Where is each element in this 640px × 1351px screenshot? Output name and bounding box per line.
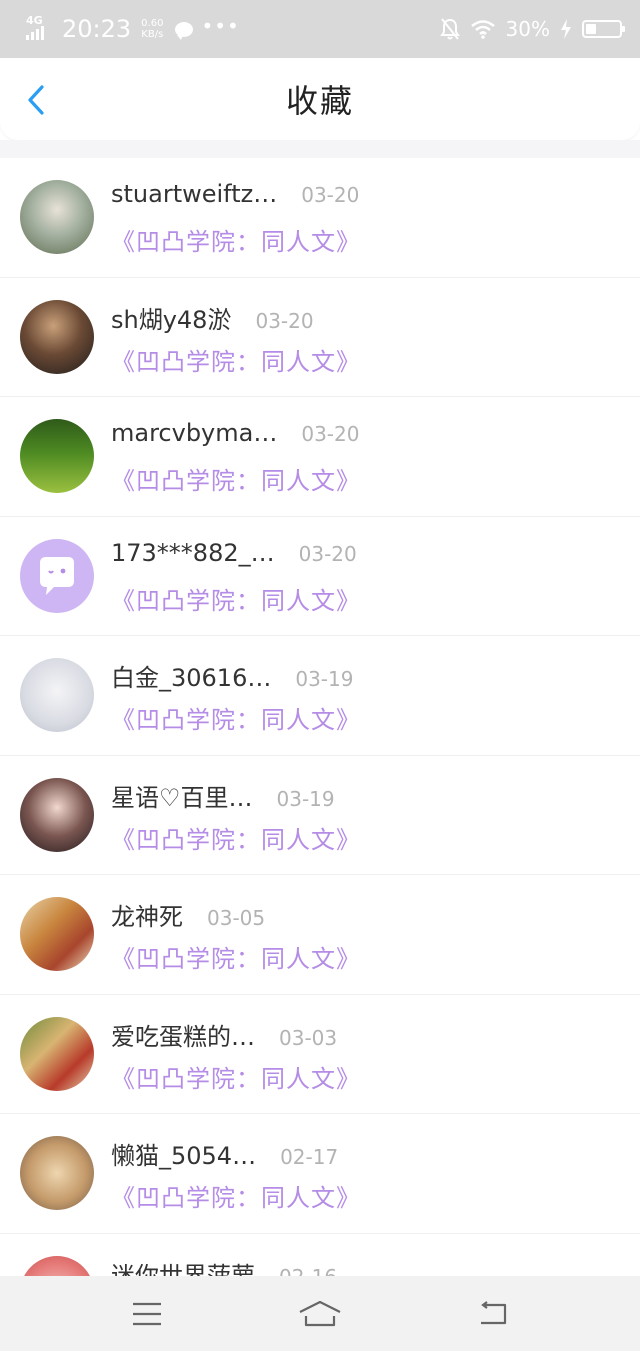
- work-title-link[interactable]: 《凹凸学院：同人文》: [111, 1059, 361, 1094]
- name-line: 173***882_… 03-20: [111, 539, 357, 567]
- avatar[interactable]: [20, 658, 94, 732]
- avatar[interactable]: [20, 1136, 94, 1210]
- navigation-bar: [0, 1276, 640, 1351]
- return-button[interactable]: [463, 1294, 523, 1334]
- speed-value: 0.60: [141, 18, 164, 29]
- status-bar: 4G 20:23 0.60 KB/s ••• 30%: [0, 0, 640, 58]
- favorite-date: 03-19: [276, 786, 335, 811]
- network-speed: 0.60 KB/s: [141, 18, 163, 40]
- battery-icon: [582, 20, 625, 38]
- favorite-date: 03-05: [207, 906, 266, 930]
- name-line: 爱吃蛋糕的… 03-03: [111, 1017, 337, 1052]
- page-title: 收藏: [285, 82, 354, 120]
- menu-button[interactable]: [117, 1294, 177, 1334]
- avatar[interactable]: [20, 1016, 94, 1091]
- user-name: 爱吃蛋糕的…: [111, 1022, 255, 1051]
- favorite-item[interactable]: sh煳y48淤 03-20 《凹凸学院：同人文》: [0, 278, 640, 397]
- wifi-icon: [470, 20, 495, 39]
- avatar[interactable]: [20, 180, 94, 254]
- name-line: 星语♡百里… 03-19: [111, 778, 335, 813]
- work-title-link[interactable]: 《凹凸学院：同人文》: [111, 939, 361, 974]
- favorite-date: 02-16: [279, 1265, 337, 1277]
- name-line: marcvbyma… 03-20: [111, 419, 359, 447]
- user-name: marcvbyma…: [111, 419, 278, 447]
- user-name: 迷你世界菠萝: [111, 1261, 255, 1277]
- favorite-item[interactable]: 173***882_… 03-20 《凹凸学院：同人文》: [0, 517, 640, 636]
- favorite-date: 02-17: [280, 1145, 339, 1169]
- battery-level: [586, 24, 596, 34]
- favorite-item[interactable]: 白金_30616… 03-19 《凹凸学院：同人文》: [0, 636, 640, 756]
- favorite-date: 03-20: [301, 183, 360, 207]
- avatar[interactable]: [20, 538, 94, 613]
- work-title-link[interactable]: 《凹凸学院：同人文》: [111, 700, 361, 735]
- favorite-item[interactable]: 星语♡百里… 03-19 《凹凸学院：同人文》: [0, 756, 640, 875]
- work-title-link[interactable]: 《凹凸学院：同人文》: [111, 820, 361, 855]
- work-title-link[interactable]: 《凹凸学院：同人文》: [111, 342, 361, 377]
- bell-muted-icon: [439, 18, 460, 40]
- favorite-item[interactable]: 懒猫_5054… 02-17 《凹凸学院：同人文》: [0, 1114, 640, 1234]
- work-title-link[interactable]: 《凹凸学院：同人文》: [111, 222, 361, 257]
- user-name: 龙神死: [111, 903, 183, 931]
- favorite-date: 03-19: [295, 667, 354, 691]
- user-name: 白金_30616…: [111, 664, 272, 692]
- user-name: 星语♡百里…: [111, 783, 253, 812]
- favorite-date: 03-03: [279, 1025, 338, 1050]
- chat-notification-icon: [175, 21, 194, 40]
- avatar[interactable]: [20, 299, 94, 374]
- cellular-signal-icon: 4G: [26, 14, 50, 42]
- avatar[interactable]: [20, 1255, 94, 1276]
- avatar[interactable]: [20, 419, 94, 493]
- favorite-date: 03-20: [301, 422, 360, 446]
- user-name: 懒猫_5054…: [111, 1142, 257, 1170]
- battery-percent: 30%: [505, 17, 550, 41]
- favorite-item[interactable]: marcvbyma… 03-20 《凹凸学院：同人文》: [0, 397, 640, 517]
- work-title-link[interactable]: 《凹凸学院：同人文》: [111, 461, 361, 496]
- favorite-item[interactable]: 龙神死 03-05 《凹凸学院：同人文》: [0, 875, 640, 995]
- favorite-item[interactable]: 迷你世界菠萝 02-16: [0, 1234, 640, 1277]
- chevron-left-icon: [28, 85, 44, 115]
- name-line: sh煳y48淤 03-20: [111, 300, 314, 335]
- favorite-date: 03-20: [298, 541, 357, 566]
- home-icon: [299, 1300, 341, 1326]
- user-name: stuartweiftz…: [111, 180, 278, 208]
- avatar[interactable]: [20, 897, 94, 971]
- return-icon: [481, 1300, 507, 1324]
- favorite-item[interactable]: stuartweiftz… 03-20 《凹凸学院：同人文》: [0, 158, 640, 278]
- menu-icon: [132, 1302, 161, 1325]
- work-title-link[interactable]: 《凹凸学院：同人文》: [111, 1178, 361, 1213]
- name-line: 龙神死 03-05: [111, 897, 265, 932]
- more-notifications: •••: [201, 14, 240, 38]
- favorite-item[interactable]: 爱吃蛋糕的… 03-03 《凹凸学院：同人文》: [0, 995, 640, 1114]
- status-left: 4G 20:23 0.60 KB/s •••: [26, 14, 240, 43]
- speed-unit: KB/s: [141, 29, 164, 40]
- work-title-link[interactable]: 《凹凸学院：同人文》: [111, 581, 361, 616]
- section-divider: [0, 140, 640, 158]
- user-name: 173***882_…: [111, 538, 275, 567]
- charging-icon: [561, 19, 571, 39]
- name-line: 懒猫_5054… 02-17: [111, 1136, 338, 1171]
- home-button[interactable]: [290, 1294, 350, 1334]
- name-line: 白金_30616… 03-19: [111, 658, 353, 693]
- header: 收藏: [0, 58, 640, 140]
- name-line: stuartweiftz… 03-20: [111, 180, 359, 208]
- user-name: sh煳y48淤: [111, 305, 232, 334]
- name-line: 迷你世界菠萝 02-16: [111, 1256, 337, 1277]
- status-right: 30%: [439, 17, 625, 41]
- avatar[interactable]: [20, 777, 94, 852]
- back-button[interactable]: [18, 80, 54, 120]
- favorites-list[interactable]: stuartweiftz… 03-20 《凹凸学院：同人文》 sh煳y48淤 03-20…: [0, 158, 640, 1276]
- clock: 20:23: [62, 15, 132, 43]
- chat-bubble-icon: [40, 556, 74, 595]
- favorite-date: 03-20: [255, 308, 314, 333]
